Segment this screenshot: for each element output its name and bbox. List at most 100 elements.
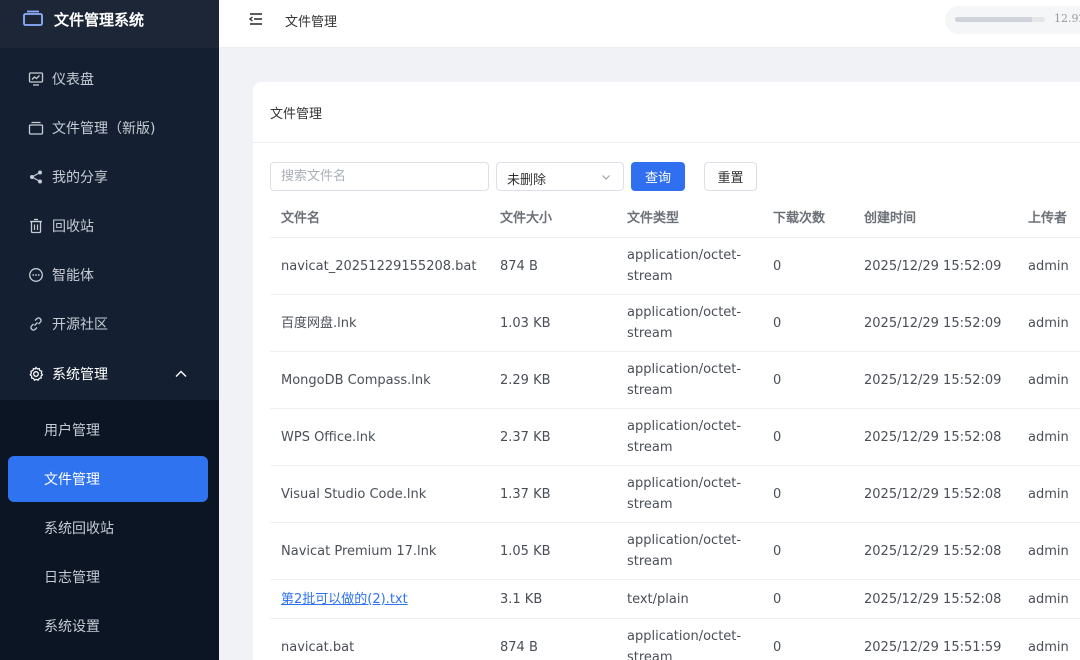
cell-filename: MongoDB Compass.lnk — [281, 372, 431, 388]
cell-created: 2025/12/29 15:51:59 — [864, 639, 1002, 655]
menu-fold-icon[interactable] — [249, 12, 263, 26]
cell-type: application/octet-stream — [627, 362, 742, 398]
chat-icon — [29, 267, 43, 282]
breadcrumb: 文件管理 — [285, 15, 338, 30]
column-header-filename[interactable]: 文件名 — [281, 200, 491, 237]
cell-downloads: 0 — [773, 486, 782, 502]
cell-downloads: 0 — [773, 639, 782, 655]
cell-type: application/octet-stream — [627, 533, 742, 569]
folder-icon — [28, 121, 44, 135]
sidebar-item-my-share[interactable]: 我的分享 — [0, 152, 219, 201]
top-header: 文件管理 12.92 — [219, 0, 1080, 48]
submenu-item-system-settings[interactable]: 系统设置 — [0, 603, 219, 649]
cell-size: 3.1 KB — [500, 591, 543, 607]
sidebar-item-label: 系统管理 — [52, 366, 108, 383]
storage-usage-text: 12.92 — [1054, 12, 1080, 25]
cell-uploader: admin — [1028, 258, 1069, 274]
cell-created: 2025/12/29 15:52:09 — [864, 258, 1002, 274]
cell-downloads: 0 — [773, 591, 782, 607]
query-button[interactable]: 查询 — [631, 162, 685, 191]
column-header-type[interactable]: 文件类型 — [627, 200, 763, 237]
column-header-downloads[interactable]: 下载次数 — [773, 200, 853, 237]
submenu-item-label: 系统回收站 — [44, 521, 114, 537]
cell-size: 2.29 KB — [500, 372, 551, 388]
cell-type: application/octet-stream — [627, 476, 742, 512]
file-table: 文件名 文件大小 文件类型 下载次数 创建时间 上传者 navicat_2025… — [270, 200, 1080, 660]
cell-filename: Visual Studio Code.lnk — [281, 486, 427, 502]
submenu-item-log-management[interactable]: 日志管理 — [0, 554, 219, 600]
trash-icon — [30, 218, 42, 233]
table-row[interactable]: navicat_20251229155208.bat 874 B applica… — [270, 238, 1080, 295]
cell-downloads: 0 — [773, 258, 782, 274]
sidebar-item-label: 开源社区 — [52, 316, 108, 333]
table-row[interactable]: MongoDB Compass.lnk 2.29 KB application/… — [270, 352, 1080, 409]
submenu-item-system-recycle[interactable]: 系统回收站 — [0, 505, 219, 551]
status-select-value: 未删除 — [507, 173, 547, 188]
file-management-card: 文件管理 未删除 查询 重置 文件名 文件大小 文件类型 下载次数 创建时间 上… — [253, 82, 1080, 660]
cell-uploader: admin — [1028, 486, 1069, 502]
sidebar-item-label: 回收站 — [52, 218, 94, 235]
chevron-down-icon — [602, 175, 610, 180]
cell-filename: navicat.bat — [281, 639, 355, 655]
column-header-created[interactable]: 创建时间 — [864, 200, 1024, 237]
submenu-item-label: 日志管理 — [44, 570, 100, 586]
search-input[interactable] — [270, 162, 489, 191]
status-select[interactable]: 未删除 — [496, 162, 624, 191]
sidebar-item-open-source[interactable]: 开源社区 — [0, 299, 219, 348]
sidebar-item-agent[interactable]: 智能体 — [0, 250, 219, 299]
sidebar-item-system-management[interactable]: 系统管理 — [0, 349, 219, 398]
submenu-item-user-management[interactable]: 用户管理 — [0, 407, 219, 453]
logo-bar: 文件管理系统 — [0, 0, 219, 48]
submenu-item-file-management[interactable]: 文件管理 — [8, 456, 208, 502]
cell-filename: WPS Office.lnk — [281, 429, 376, 445]
cell-uploader: admin — [1028, 591, 1069, 607]
table-row[interactable]: 百度网盘.lnk 1.03 KB application/octet-strea… — [270, 295, 1080, 352]
cell-downloads: 0 — [773, 543, 782, 559]
sidebar-item-label: 文件管理（新版) — [52, 120, 156, 137]
column-header-uploader[interactable]: 上传者 — [1028, 200, 1080, 237]
sidebar-item-files-new[interactable]: 文件管理（新版) — [0, 103, 219, 152]
cell-created: 2025/12/29 15:52:08 — [864, 543, 1002, 559]
table-row[interactable]: navicat.bat 874 B application/octet-stre… — [270, 619, 1080, 660]
cell-created: 2025/12/29 15:52:08 — [864, 591, 1002, 607]
cell-uploader: admin — [1028, 315, 1069, 331]
share-icon — [30, 170, 42, 183]
cell-size: 874 B — [500, 258, 538, 274]
cell-downloads: 0 — [773, 372, 782, 388]
cell-downloads: 0 — [773, 429, 782, 445]
cell-downloads: 0 — [773, 315, 782, 331]
cell-uploader: admin — [1028, 372, 1069, 388]
table-header: 文件名 文件大小 文件类型 下载次数 创建时间 上传者 — [270, 200, 1080, 238]
table-row[interactable]: Navicat Premium 17.lnk 1.05 KB applicati… — [270, 523, 1080, 580]
sidebar-item-label: 我的分享 — [52, 169, 108, 186]
table-row[interactable]: WPS Office.lnk 2.37 KB application/octet… — [270, 409, 1080, 466]
chevron-up-icon[interactable] — [174, 367, 188, 381]
cell-type: text/plain — [627, 591, 689, 607]
sidebar: 文件管理系统 仪表盘 文件管理（新版) 我的分享 回收站 智能体 开源社区 系统… — [0, 0, 219, 660]
cell-created: 2025/12/29 15:52:08 — [864, 486, 1002, 502]
cell-uploader: admin — [1028, 543, 1069, 559]
card-divider — [253, 142, 1080, 143]
storage-progress-bar — [955, 17, 1045, 22]
link-icon — [30, 316, 42, 331]
dashboard-icon — [28, 71, 44, 86]
cell-size: 1.05 KB — [500, 543, 551, 559]
sidebar-item-dashboard[interactable]: 仪表盘 — [0, 54, 219, 103]
submenu-item-label: 用户管理 — [44, 423, 100, 439]
table-row[interactable]: Visual Studio Code.lnk 1.37 KB applicati… — [270, 466, 1080, 523]
cell-filename: 百度网盘.lnk — [281, 315, 357, 331]
cell-created: 2025/12/29 15:52:09 — [864, 372, 1002, 388]
sidebar-item-recycle-bin[interactable]: 回收站 — [0, 201, 219, 250]
sidebar-item-label: 智能体 — [52, 267, 94, 284]
column-header-size[interactable]: 文件大小 — [500, 200, 620, 237]
cell-created: 2025/12/29 15:52:08 — [864, 429, 1002, 445]
cell-type: application/octet-stream — [627, 305, 742, 341]
cell-type: application/octet-stream — [627, 629, 742, 660]
cell-uploader: admin — [1028, 639, 1069, 655]
file-link[interactable]: 第2批可以做的(2).txt — [281, 589, 408, 610]
reset-button[interactable]: 重置 — [704, 162, 757, 191]
cell-filename: 第2批可以做的(2).txt — [281, 580, 491, 618]
cell-uploader: admin — [1028, 429, 1069, 445]
table-row[interactable]: 第2批可以做的(2).txt 3.1 KB text/plain 0 2025/… — [270, 580, 1080, 619]
cell-size: 874 B — [500, 639, 538, 655]
